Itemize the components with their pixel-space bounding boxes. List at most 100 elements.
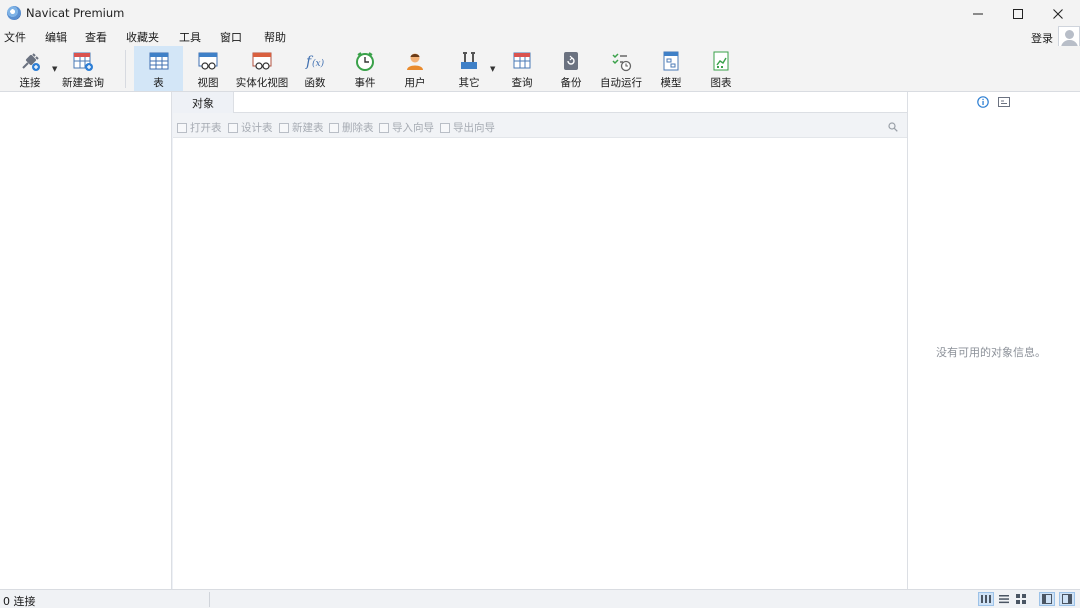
main-toolbar: 连接 ▼ 新建查询 表 视图 实体化视图 f (x) 函数 事件 用户 其它 ▼…: [0, 46, 1080, 92]
toggle-info-pane-button[interactable]: [1059, 592, 1075, 606]
export-wizard-button[interactable]: 导出向导: [440, 120, 495, 135]
window-title: Navicat Premium: [26, 6, 125, 20]
user-icon: [404, 50, 426, 72]
object-list[interactable]: [173, 138, 907, 589]
table-icon: [148, 50, 170, 72]
menu-favorites[interactable]: 收藏夹: [126, 29, 159, 45]
connect-label: 连接: [19, 77, 41, 89]
model-icon: [660, 50, 682, 72]
menu-file[interactable]: 文件: [4, 29, 26, 45]
info-icon[interactable]: [977, 96, 989, 108]
maximize-button[interactable]: [998, 0, 1038, 27]
others-button[interactable]: 其它: [450, 46, 488, 91]
new-query-label: 新建查询: [62, 77, 104, 89]
menu-help[interactable]: 帮助: [264, 29, 286, 45]
plug-icon: [19, 50, 41, 72]
grid-view-icon: [1016, 594, 1026, 604]
table-button[interactable]: 表: [134, 46, 183, 91]
open-table-button[interactable]: 打开表: [177, 120, 222, 135]
menu-tools[interactable]: 工具: [179, 29, 201, 45]
new-query-icon: [72, 50, 94, 72]
left-pane-icon: [1042, 594, 1052, 604]
right-pane-icon: [1062, 594, 1072, 604]
chart-icon: [710, 50, 732, 72]
import-wizard-button[interactable]: 导入向导: [379, 120, 434, 135]
chart-label: 图表: [710, 77, 732, 89]
design-table-label: 设计表: [241, 122, 273, 134]
open-table-icon: [177, 122, 187, 133]
menu-window[interactable]: 窗口: [220, 29, 242, 45]
login-link[interactable]: 登录: [1031, 30, 1053, 46]
close-button[interactable]: [1038, 0, 1078, 27]
materialized-view-label: 实体化视图: [235, 77, 289, 89]
new-table-label: 新建表: [292, 122, 324, 134]
connect-dropdown-icon[interactable]: ▼: [52, 65, 57, 73]
minimize-icon: [973, 13, 983, 14]
delete-table-icon: [329, 122, 339, 133]
menu-edit[interactable]: 编辑: [45, 29, 67, 45]
new-query-button[interactable]: 新建查询: [60, 46, 106, 91]
export-wizard-icon: [440, 122, 450, 133]
view-icon: [197, 50, 219, 72]
tab-objects[interactable]: 对象: [173, 92, 233, 113]
list-view-button[interactable]: [978, 592, 994, 606]
detail-view-button[interactable]: [996, 592, 1012, 606]
delete-table-label: 删除表: [342, 122, 374, 134]
function-button[interactable]: f (x) 函数: [296, 46, 334, 91]
view-button[interactable]: 视图: [188, 46, 228, 91]
others-dropdown-icon[interactable]: ▼: [490, 65, 495, 73]
open-table-label: 打开表: [190, 122, 222, 134]
maximize-icon: [1013, 8, 1023, 19]
others-label: 其它: [458, 77, 480, 89]
no-object-info-message: 没有可用的对象信息。: [936, 346, 1046, 359]
materialized-view-icon: [251, 50, 273, 72]
view-label: 视图: [197, 77, 219, 89]
info-pane: [907, 92, 1080, 589]
backup-label: 备份: [560, 77, 582, 89]
menu-bar: 文件 编辑 查看 收藏夹 工具 窗口 帮助: [0, 27, 1080, 46]
close-icon: [1053, 8, 1063, 19]
automation-icon: [610, 50, 632, 72]
user-label: 用户: [404, 77, 426, 89]
search-icon[interactable]: [888, 122, 898, 132]
event-label: 事件: [354, 77, 376, 89]
automation-button[interactable]: 自动运行: [598, 46, 644, 91]
ddl-icon[interactable]: [998, 96, 1010, 108]
backup-icon: [560, 50, 582, 72]
delete-table-button[interactable]: 删除表: [329, 120, 374, 135]
connections-tree[interactable]: [0, 92, 172, 589]
er-diagram-view-button[interactable]: [1013, 592, 1029, 606]
query-button[interactable]: 查询: [503, 46, 541, 91]
materialized-view-button[interactable]: 实体化视图: [234, 46, 290, 91]
export-wizard-label: 导出向导: [453, 122, 495, 134]
tools-icon: [458, 50, 480, 72]
minimize-button[interactable]: [958, 0, 998, 27]
status-bar: 0 连接: [0, 589, 1080, 608]
new-table-icon: [279, 122, 289, 133]
query-label: 查询: [511, 77, 533, 89]
table-label: 表: [153, 77, 164, 89]
design-table-button[interactable]: 设计表: [228, 120, 273, 135]
object-toolbar: 打开表 设计表 新建表 删除表 导入向导 导出向导: [173, 113, 907, 138]
list-view-icon: [981, 595, 991, 603]
status-separator: [209, 592, 210, 607]
model-button[interactable]: 模型: [652, 46, 690, 91]
toolbar-separator: [125, 50, 126, 88]
menu-view[interactable]: 查看: [85, 29, 107, 45]
navicat-logo-icon: [7, 6, 21, 20]
function-label: 函数: [304, 77, 326, 89]
chart-button[interactable]: 图表: [702, 46, 740, 91]
clock-icon: [354, 50, 376, 72]
avatar[interactable]: [1058, 26, 1080, 48]
new-table-button[interactable]: 新建表: [279, 120, 324, 135]
connection-count: 0 连接: [3, 595, 36, 608]
event-button[interactable]: 事件: [346, 46, 384, 91]
automation-label: 自动运行: [600, 77, 642, 89]
backup-button[interactable]: 备份: [552, 46, 590, 91]
title-bar: Navicat Premium: [0, 0, 1080, 27]
user-button[interactable]: 用户: [396, 46, 434, 91]
connect-button[interactable]: 连接: [8, 46, 52, 91]
detail-view-icon: [999, 595, 1009, 604]
import-wizard-icon: [379, 122, 389, 133]
toggle-nav-pane-button[interactable]: [1039, 592, 1055, 606]
